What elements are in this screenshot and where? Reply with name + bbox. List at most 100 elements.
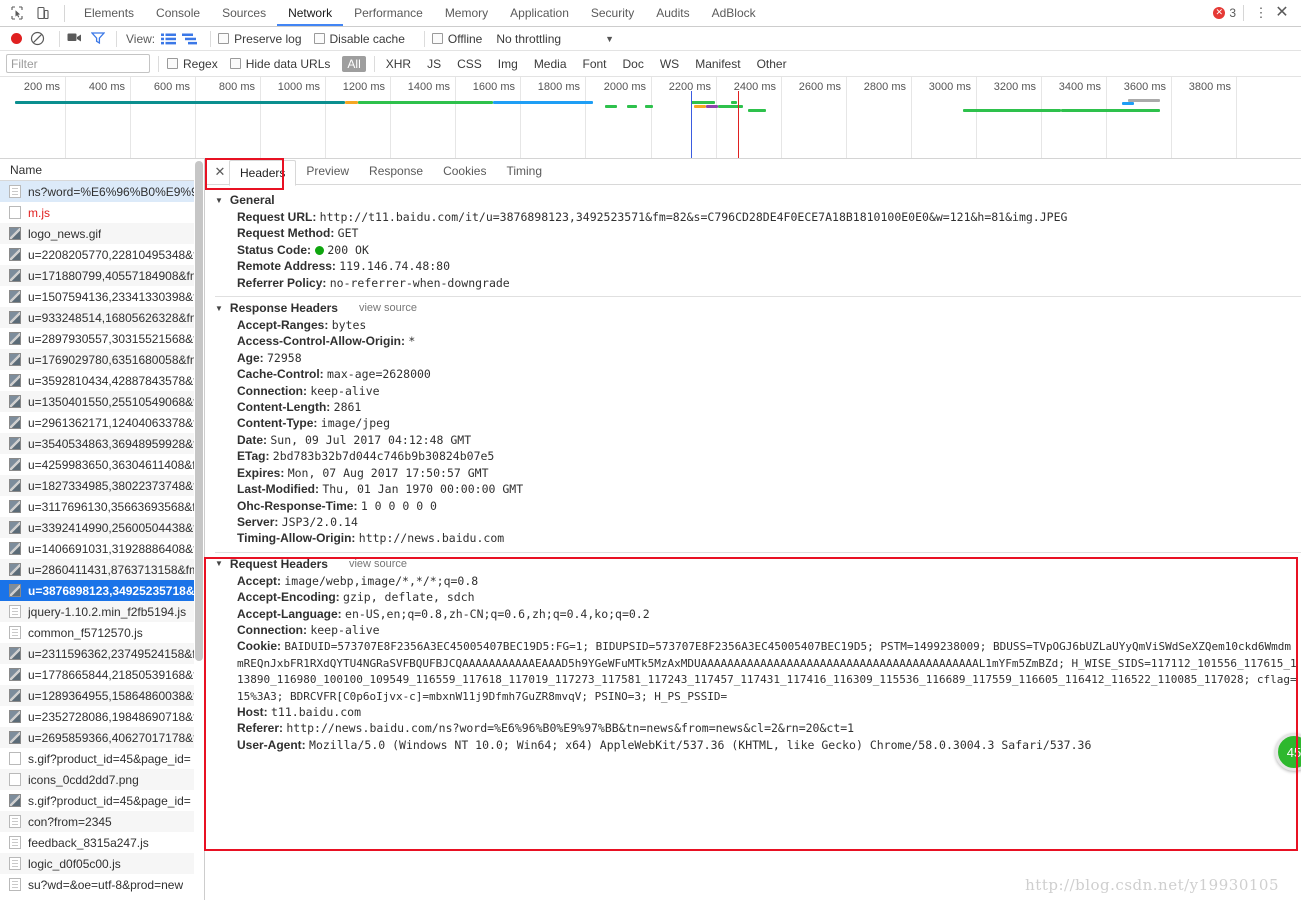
tab-console[interactable]: Console	[145, 0, 211, 26]
timeline-request-bar	[1122, 102, 1134, 105]
header-key: Access-Control-Allow-Origin:	[237, 334, 409, 349]
type-filter-font[interactable]: Font	[578, 56, 612, 72]
toggle-device-toolbar-icon[interactable]	[30, 1, 56, 25]
tab-audits[interactable]: Audits	[645, 0, 700, 26]
offline-checkbox[interactable]: Offline	[431, 32, 482, 46]
details-tab-cookies[interactable]: Cookies	[433, 159, 496, 184]
list-item[interactable]: u=2695859366,40627017178&f	[0, 727, 204, 748]
header-key: Request URL:	[237, 210, 320, 224]
requests-list[interactable]: ns?word=%E6%96%B0%E9%9 m.js logo_news.gif u…	[0, 181, 204, 900]
tab-elements[interactable]: Elements	[73, 0, 145, 26]
list-item[interactable]: con?from=2345	[0, 811, 204, 832]
list-item[interactable]: logic_d0f05c00.js	[0, 853, 204, 874]
waterfall-view-icon[interactable]	[182, 33, 198, 45]
list-item[interactable]: u=2311596362,23749524158&f	[0, 643, 204, 664]
requests-sidebar: Name ns?word=%E6%96%B0%E9%9 m.js logo_news…	[0, 159, 205, 900]
list-item[interactable]: ns?word=%E6%96%B0%E9%9	[0, 181, 204, 202]
type-filter-manifest[interactable]: Manifest	[690, 56, 745, 72]
tab-performance[interactable]: Performance	[343, 0, 434, 26]
list-item[interactable]: logo_news.gif	[0, 223, 204, 244]
response-headers-section-header[interactable]: ▼ Response Headers view source	[215, 301, 1301, 315]
list-item[interactable]: u=1827334985,38022373748&f	[0, 475, 204, 496]
list-item[interactable]: s.gif?product_id=45&page_id=	[0, 790, 204, 811]
list-item[interactable]: u=2352728086,19848690718&f	[0, 706, 204, 727]
response-header-row: Cache-Control: max-age=2628000	[215, 366, 1301, 382]
close-devtools-icon[interactable]: ✕	[1271, 5, 1293, 21]
hide-data-urls-checkbox[interactable]: Hide data URLs	[229, 57, 330, 71]
type-filter-js[interactable]: JS	[422, 56, 446, 72]
details-tab-preview[interactable]: Preview	[296, 159, 359, 184]
list-item[interactable]: su?wd=&oe=utf-8&prod=new	[0, 874, 204, 895]
list-item[interactable]: u=2897930557,30315521568&f	[0, 328, 204, 349]
list-item[interactable]: u=3392414990,25600504438&f	[0, 517, 204, 538]
sidebar-scrollbar-thumb[interactable]	[195, 161, 203, 661]
list-item[interactable]: u=1289364955,15864860038&f	[0, 685, 204, 706]
type-filter-css[interactable]: CSS	[452, 56, 487, 72]
list-item[interactable]: u=3876898123,34925235718&f	[0, 580, 204, 601]
type-filter-other[interactable]: Other	[752, 56, 792, 72]
list-item[interactable]: u=933248514,16805626328&fm	[0, 307, 204, 328]
tab-application[interactable]: Application	[499, 0, 580, 26]
general-section-header[interactable]: ▼ General	[215, 193, 1301, 207]
throttling-select[interactable]: No throttling	[496, 32, 561, 46]
tab-memory[interactable]: Memory	[434, 0, 499, 26]
list-item[interactable]: u=2961362171,12404063378&f	[0, 412, 204, 433]
list-item[interactable]: u=2860411431,8763713158&fm	[0, 559, 204, 580]
header-value: Mozilla/5.0 (Windows NT 10.0; Win64; x64…	[309, 737, 1092, 752]
request-view-source-link[interactable]: view source	[349, 558, 407, 570]
list-item[interactable]: icons_0cdd2dd7.png	[0, 769, 204, 790]
list-item[interactable]: s.gif?product_id=45&page_id=	[0, 748, 204, 769]
tab-sources[interactable]: Sources	[211, 0, 277, 26]
tab-security[interactable]: Security	[580, 0, 645, 26]
regex-checkbox[interactable]: Regex	[167, 57, 218, 71]
timeline-request-bar	[15, 101, 345, 104]
tab-adblock[interactable]: AdBlock	[701, 0, 767, 26]
chevron-down-icon[interactable]: ▼	[605, 34, 614, 44]
capture-screenshots-icon[interactable]	[67, 31, 82, 46]
list-item[interactable]: common_f5712570.js	[0, 622, 204, 643]
request-headers-section-header[interactable]: ▼ Request Headers view source	[215, 557, 1301, 571]
tab-network[interactable]: Network	[277, 0, 343, 26]
response-view-source-link[interactable]: view source	[359, 302, 417, 314]
type-filter-img[interactable]: Img	[493, 56, 523, 72]
list-item[interactable]: u=4259983650,36304611408&f	[0, 454, 204, 475]
list-item[interactable]: u=1507594136,23341330398&f	[0, 286, 204, 307]
close-details-icon[interactable]: ✕	[211, 164, 229, 180]
sidebar-scrollbar[interactable]	[194, 159, 204, 900]
list-item[interactable]: m.js	[0, 202, 204, 223]
list-item[interactable]: u=3117696130,35663693568&f	[0, 496, 204, 517]
column-header-name[interactable]: Name	[0, 159, 204, 181]
list-item[interactable]: jquery-1.10.2.min_f2fb5194.js	[0, 601, 204, 622]
list-item[interactable]: u=1778665844,21850539168&f	[0, 664, 204, 685]
details-tab-headers[interactable]: Headers	[229, 159, 297, 186]
type-filter-all[interactable]: All	[342, 55, 366, 72]
type-filter-doc[interactable]: Doc	[618, 56, 649, 72]
record-button-icon[interactable]	[11, 33, 22, 44]
list-item[interactable]: u=3592810434,42887843578&f	[0, 370, 204, 391]
more-options-icon[interactable]: ⋮	[1251, 5, 1271, 21]
list-view-icon[interactable]	[161, 33, 177, 45]
type-filter-media[interactable]: Media	[529, 56, 572, 72]
preserve-log-checkbox[interactable]: Preserve log	[218, 32, 302, 46]
filter-input[interactable]	[6, 54, 150, 73]
clear-icon[interactable]	[30, 31, 46, 47]
list-item[interactable]: u=2208205770,22810495348&f	[0, 244, 204, 265]
type-filter-ws[interactable]: WS	[655, 56, 684, 72]
list-item[interactable]: u=1406691031,31928886408&f	[0, 538, 204, 559]
timeline-tick	[260, 77, 261, 158]
type-filter-xhr[interactable]: XHR	[381, 56, 416, 72]
details-tab-response[interactable]: Response	[359, 159, 433, 184]
list-item[interactable]: u=3540534863,36948959928&f	[0, 433, 204, 454]
filter-icon[interactable]	[90, 31, 106, 47]
disable-cache-checkbox[interactable]: Disable cache	[313, 32, 405, 46]
error-count-badge[interactable]: ✕ 3	[1213, 6, 1236, 20]
list-item[interactable]: feedback_8315a247.js	[0, 832, 204, 853]
details-tab-timing[interactable]: Timing	[496, 159, 552, 184]
list-item[interactable]: u=1769029780,6351680058&fm	[0, 349, 204, 370]
inspect-element-icon[interactable]	[4, 1, 30, 25]
network-timeline-overview[interactable]: 200 ms 400 ms 600 ms 800 ms 1000 ms 1200 ms 14…	[0, 77, 1301, 159]
list-item-label: u=1827334985,38022373748&f	[28, 478, 197, 493]
list-item[interactable]: u=171880799,40557184908&fm	[0, 265, 204, 286]
list-item-label: u=2311596362,23749524158&f	[28, 646, 196, 661]
list-item[interactable]: u=1350401550,25510549068&f	[0, 391, 204, 412]
